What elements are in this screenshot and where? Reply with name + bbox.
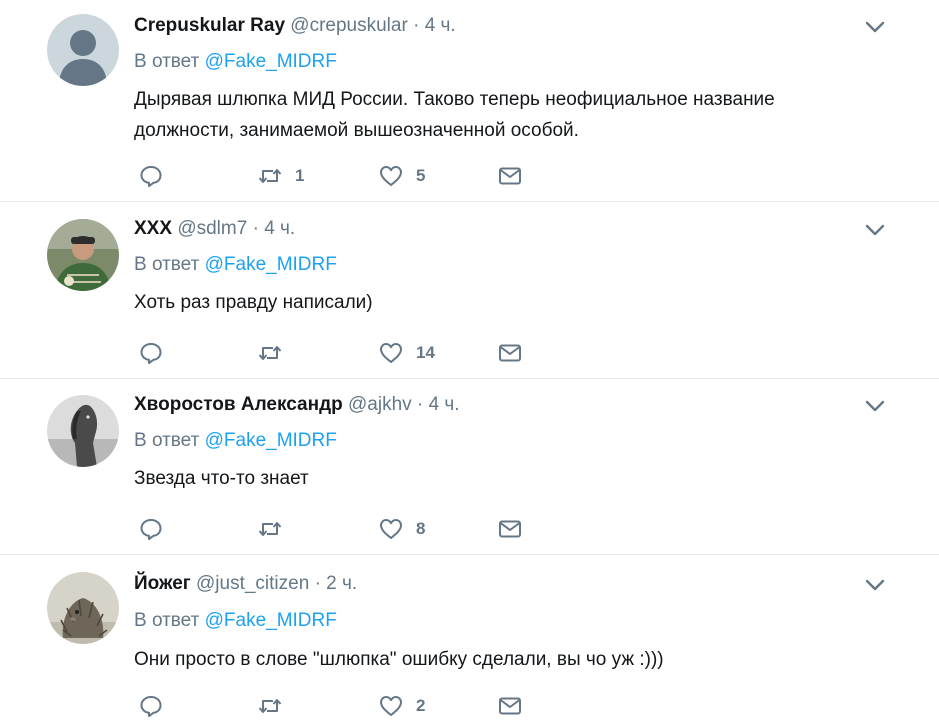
tweet-header: Crepuskular Ray @crepuskular · 4 ч. [134,14,456,38]
reply-prefix: В ответ [134,430,200,451]
chevron-down-icon[interactable] [862,395,888,417]
separator-dot: · [314,573,321,594]
separator-dot: · [252,218,259,239]
user-photo-icon [47,219,119,291]
reply-icon [140,166,162,187]
horse-photo-icon [47,395,119,467]
tweet-text-line: Дырявая шлюпка МИД России. Таково теперь… [134,89,775,110]
envelope-icon [499,697,521,715]
reply-mention-link[interactable]: @Fake_MIDRF [205,430,337,451]
tweet-header: Йожег @just_citizen · 2 ч. [134,572,357,596]
chevron-down-icon[interactable] [862,219,888,241]
reply-mention-link[interactable]: @Fake_MIDRF [205,51,337,72]
tweet-text-line: Звезда что-то знает [134,468,309,489]
hedgehog-picture-icon [47,572,119,644]
reply-prefix: В ответ [134,51,200,72]
chevron-down-icon[interactable] [862,16,888,38]
reply-button[interactable] [138,340,164,366]
reply-mention-link[interactable]: @Fake_MIDRF [205,254,337,275]
separator-dot: · [413,15,420,36]
timestamp[interactable]: 2 ч. [326,573,357,594]
tweet-header: XXX @sdlm7 · 4 ч. [134,217,295,241]
user-handle[interactable]: @ajkhv [348,394,412,415]
reply-prefix: В ответ [134,610,200,631]
reply-context: В ответ @Fake_MIDRF [134,429,337,453]
chevron-down-icon[interactable] [862,574,888,596]
retweet-icon [258,346,282,360]
user-handle[interactable]: @crepuskular [290,15,408,36]
tweet[interactable]: Хворостов Александр @ajkhv · 4 ч. В отве… [0,379,939,555]
default-avatar-icon [47,14,119,86]
retweet-button[interactable]: 1 [257,163,304,189]
tweet[interactable]: XXX @sdlm7 · 4 ч. В ответ @Fake_MIDRF Хо… [0,203,939,379]
reply-icon [140,696,162,717]
direct-message-button[interactable] [497,693,523,719]
reply-context: В ответ @Fake_MIDRF [134,50,337,74]
reply-button[interactable] [138,163,164,189]
direct-message-button[interactable] [497,163,523,189]
timestamp[interactable]: 4 ч. [429,394,460,415]
envelope-icon [499,520,521,538]
reply-icon [140,519,162,540]
reply-context: В ответ @Fake_MIDRF [134,253,337,277]
tweet-text-line: должности, занимаемой вышеозначенной осо… [134,120,579,141]
user-handle[interactable]: @sdlm7 [177,218,247,239]
avatar[interactable] [47,395,119,467]
timestamp[interactable]: 4 ч. [264,218,295,239]
tweet-text-line: Хоть раз правду написали) [134,292,373,313]
retweet-button[interactable] [257,693,295,719]
envelope-icon [499,344,521,362]
retweet-icon [258,699,282,713]
tweet-text: Звезда что-то знает [134,463,874,494]
retweet-icon [258,522,282,536]
like-count: 14 [416,343,435,362]
like-button[interactable]: 2 [378,693,425,719]
like-count: 5 [416,166,426,185]
display-name[interactable]: Йожег [134,573,191,594]
heart-icon [380,166,402,186]
display-name[interactable]: XXX [134,218,172,239]
reply-icon [140,343,162,364]
reply-mention-link[interactable]: @Fake_MIDRF [205,610,337,631]
avatar[interactable] [47,219,119,291]
timestamp[interactable]: 4 ч. [425,15,456,36]
tweet-header: Хворостов Александр @ajkhv · 4 ч. [134,393,460,417]
tweet-text: Дырявая шлюпка МИД России. Таково теперь… [134,84,874,146]
retweet-button[interactable] [257,340,295,366]
tweet[interactable]: Йожег @just_citizen · 2 ч. В ответ @Fake… [0,555,939,722]
direct-message-button[interactable] [497,516,523,542]
heart-icon [380,519,402,539]
display-name[interactable]: Crepuskular Ray [134,15,285,36]
retweet-icon [258,169,282,183]
avatar[interactable] [47,14,119,86]
retweet-count: 1 [295,166,305,185]
avatar[interactable] [47,572,119,644]
reply-button[interactable] [138,516,164,542]
tweet-text: Хоть раз правду написали) [134,287,874,318]
tweet-text-line: Они просто в слове "шлюпка" ошибку сдела… [134,649,664,670]
direct-message-button[interactable] [497,340,523,366]
like-button[interactable]: 5 [378,163,425,189]
tweet[interactable]: Crepuskular Ray @crepuskular · 4 ч. В от… [0,0,939,202]
user-handle[interactable]: @just_citizen [196,573,309,594]
reply-button[interactable] [138,693,164,719]
envelope-icon [499,167,521,185]
like-button[interactable]: 8 [378,516,425,542]
display-name[interactable]: Хворостов Александр [134,394,343,415]
reply-prefix: В ответ [134,254,200,275]
retweet-button[interactable] [257,516,295,542]
like-count: 8 [416,519,426,538]
tweet-text: Они просто в слове "шлюпка" ошибку сдела… [134,644,874,675]
separator-dot: · [416,394,424,415]
heart-icon [380,696,402,716]
like-button[interactable]: 14 [378,340,435,366]
heart-icon [380,343,402,363]
like-count: 2 [416,696,426,715]
reply-context: В ответ @Fake_MIDRF [134,609,337,633]
